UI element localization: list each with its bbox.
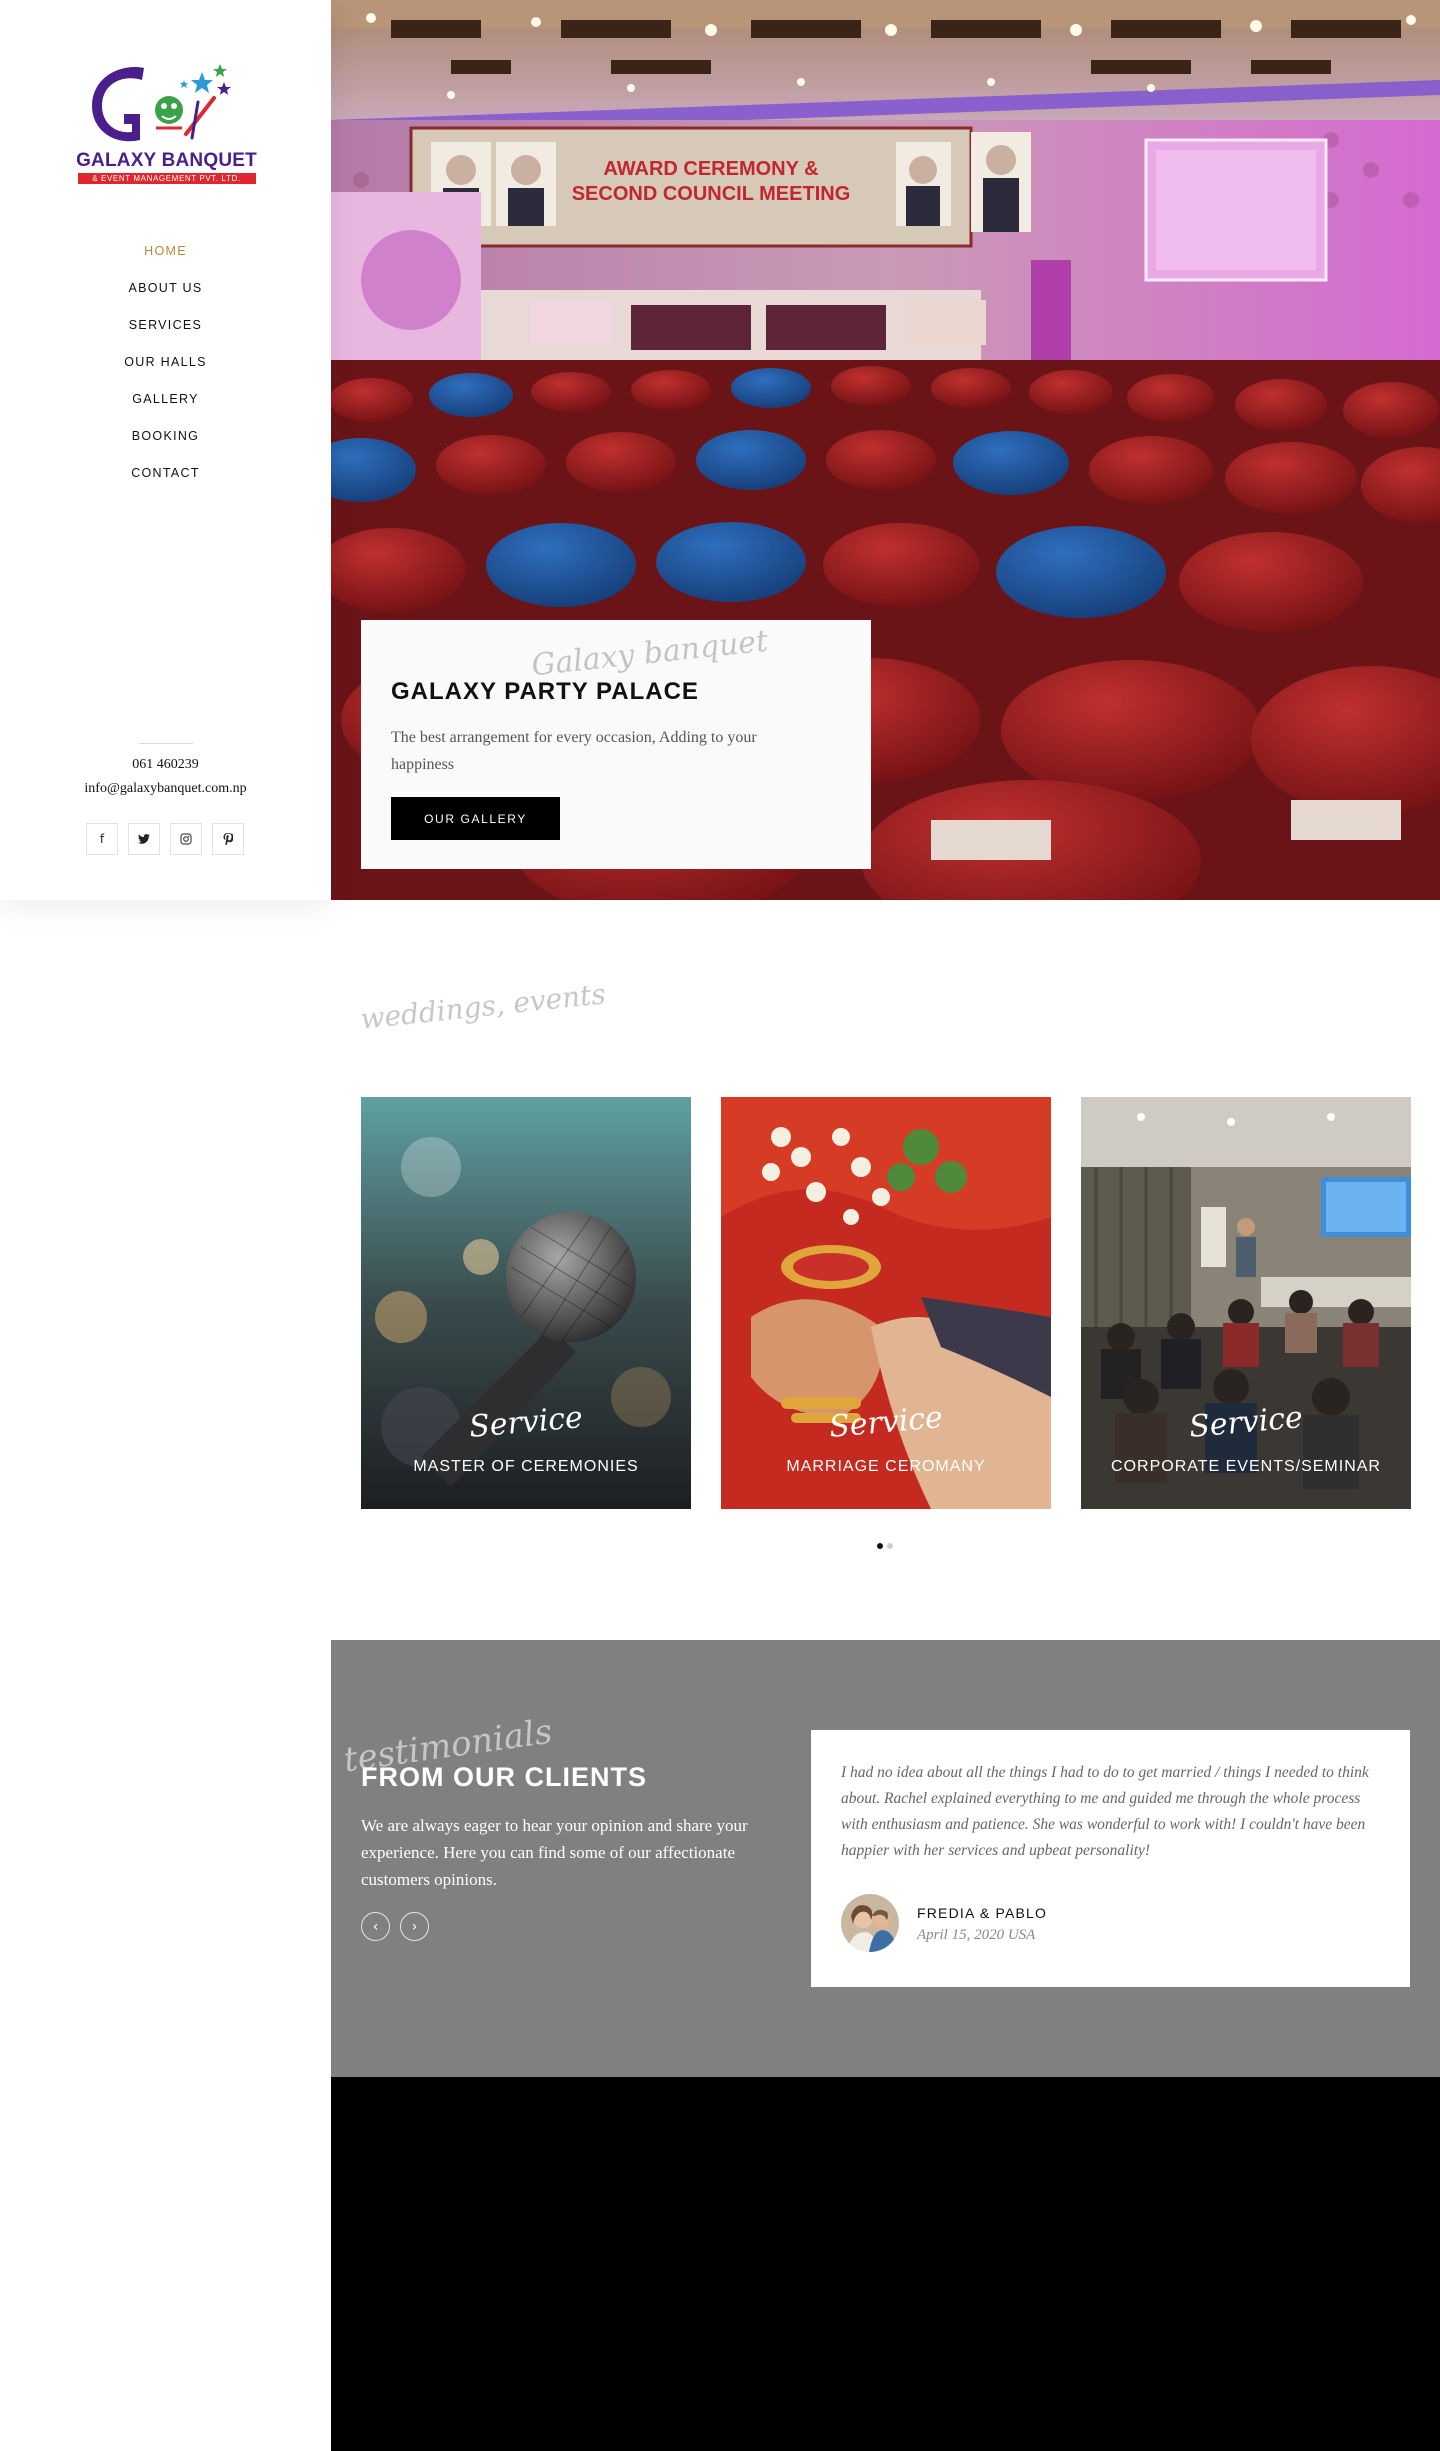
avatar <box>841 1894 899 1952</box>
testimonial-date: April 15, 2020 USA <box>917 1927 1036 1943</box>
carousel-dot-1[interactable] <box>877 1543 883 1549</box>
hero-title: GALAXY PARTY PALACE <box>391 678 699 705</box>
sidebar-divider <box>139 743 193 744</box>
testimonial-card: I had no idea about all the things I had… <box>811 1730 1410 1987</box>
next-arrow-icon[interactable]: › <box>400 1912 429 1941</box>
sidebar: GALAXY BANQUET & EVENT MANAGEMENT PVT. L… <box>0 0 331 900</box>
nav-item-our-halls[interactable]: OUR HALLS <box>0 351 331 388</box>
nav-item-booking[interactable]: BOOKING <box>0 425 331 462</box>
hero-text: The best arrangement for every occasion,… <box>391 729 757 773</box>
logo-subtitle: & EVENT MANAGEMENT PVT. LTD. <box>77 173 256 184</box>
services-script-text: weddings, events <box>358 977 608 1036</box>
carousel-pagination <box>877 1543 893 1549</box>
our-gallery-button[interactable]: OUR GALLERY <box>391 797 560 840</box>
nav-item-gallery[interactable]: GALLERY <box>0 388 331 425</box>
pinterest-icon[interactable] <box>212 823 244 855</box>
service-card-marriage-ceromany[interactable]: Service MARRIAGE CEROMANY <box>721 1097 1051 1509</box>
footer-section <box>331 2077 1440 2451</box>
testimonial-quote: I had no idea about all the things I had… <box>841 1764 1369 1859</box>
logo-title: GALAXY BANQUET <box>76 150 257 171</box>
nav-item-about-us[interactable]: ABOUT US <box>0 277 331 314</box>
logo-mark-icon <box>92 64 231 142</box>
social-links: f <box>86 823 244 855</box>
email-address[interactable]: info@galaxybanquet.com.np <box>0 781 331 797</box>
service-card-corporate-events-seminar[interactable]: Service CORPORATE EVENTS/SEMINAR <box>1081 1097 1411 1509</box>
nav-item-contact[interactable]: CONTACT <box>0 462 331 499</box>
hero-section: AWARD CEREMONY & SECOND COUNCIL MEETING <box>331 0 1440 900</box>
banner-line-2: SECOND COUNCIL MEETING <box>572 183 851 205</box>
hero-script-text: Galaxy banquet <box>529 623 770 684</box>
nav-item-services[interactable]: SERVICES <box>0 314 331 351</box>
main-nav: HOME ABOUT US SERVICES OUR HALLS GALLERY… <box>0 240 331 499</box>
instagram-icon[interactable] <box>170 823 202 855</box>
phone-number[interactable]: 061 460239 <box>0 757 331 773</box>
prev-arrow-icon[interactable]: ‹ <box>361 1912 390 1941</box>
twitter-icon[interactable] <box>128 823 160 855</box>
logo[interactable]: GALAXY BANQUET & EVENT MANAGEMENT PVT. L… <box>74 58 259 186</box>
testimonial-nav: ‹ › <box>361 1912 429 1941</box>
service-card-title: MARRIAGE CEROMANY <box>786 1458 986 1475</box>
testimonials-text: We are always eager to hear your opinion… <box>361 1816 748 1889</box>
service-card-title: CORPORATE EVENTS/SEMINAR <box>1111 1458 1381 1475</box>
nav-item-home[interactable]: HOME <box>0 240 331 277</box>
testimonial-author: FREDIA & PABLO <box>917 1905 1048 1921</box>
testimonials-title: FROM OUR CLIENTS <box>361 1762 647 1792</box>
testimonials-section: testimonials FROM OUR CLIENTS We are alw… <box>331 1640 1440 2077</box>
services-carousel: Service MASTER OF CEREMONIES Service MAR… <box>361 1097 1411 1509</box>
facebook-icon[interactable]: f <box>86 823 118 855</box>
carousel-dot-2[interactable] <box>887 1543 893 1549</box>
hero-card: Galaxy banquet GALAXY PARTY PALACE The b… <box>361 620 871 869</box>
banner-line-1: AWARD CEREMONY & <box>603 158 818 180</box>
service-card-title: MASTER OF CEREMONIES <box>413 1458 639 1475</box>
service-card-master-of-ceremonies[interactable]: Service MASTER OF CEREMONIES <box>361 1097 691 1509</box>
